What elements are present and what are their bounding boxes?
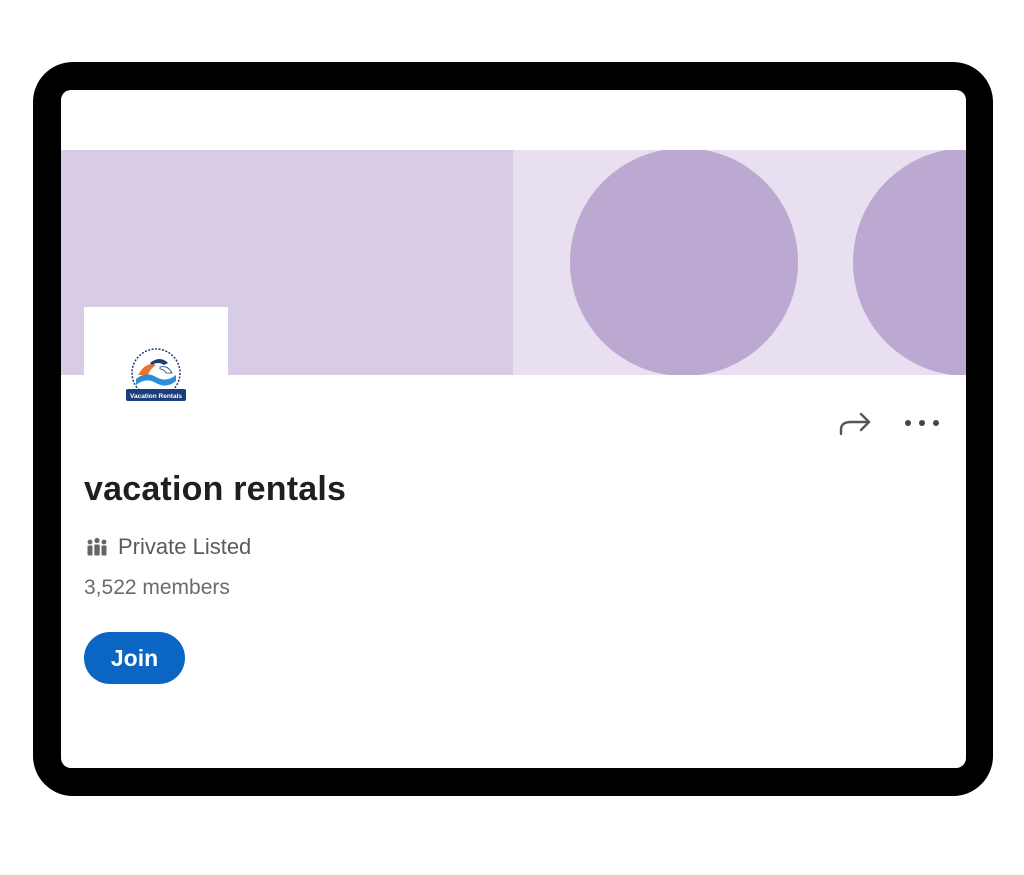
- group-privacy: Private Listed: [86, 534, 251, 560]
- group-logo: Vacation Rentals: [84, 307, 228, 435]
- share-button[interactable]: [836, 406, 876, 440]
- privacy-label: Private Listed: [118, 534, 252, 559]
- join-button[interactable]: Join: [84, 632, 185, 684]
- share-arrow-icon: [839, 412, 871, 436]
- logo-text: Vacation Rentals: [130, 393, 182, 400]
- member-count: 3,522 members: [84, 576, 230, 599]
- more-options-button[interactable]: [902, 406, 942, 440]
- group-name: vacation rentals: [84, 470, 347, 508]
- group-actions: [836, 406, 942, 440]
- cover-circle: [570, 150, 798, 375]
- group-people-icon: [87, 537, 107, 556]
- more-options-icon: [905, 420, 939, 426]
- group-page: Vacation Rentals vacation rentals Privat…: [61, 90, 966, 768]
- vacation-rentals-logo-icon: Vacation Rentals: [126, 348, 186, 401]
